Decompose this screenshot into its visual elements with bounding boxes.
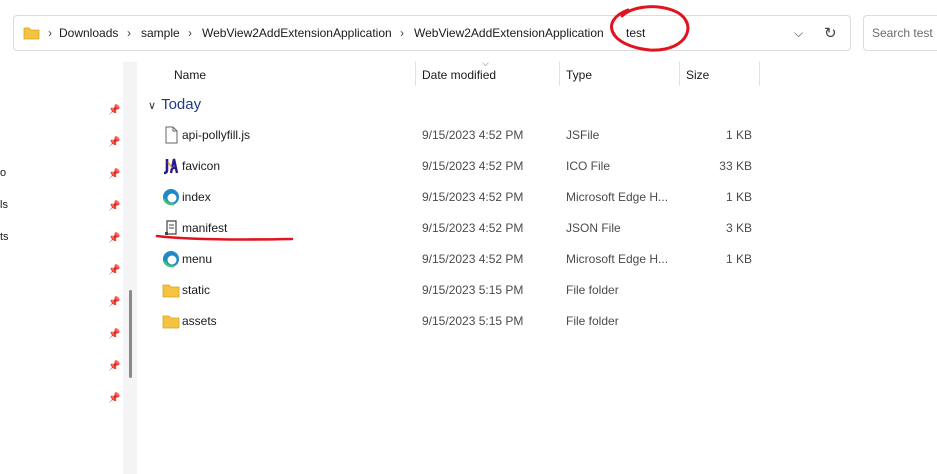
pin-icon[interactable]: 📌 [108,169,120,180]
breadcrumb-webview2-app-2[interactable]: WebView2AddExtensionApplication [414,26,604,40]
file-date: 9/15/2023 5:15 PM [422,283,524,297]
chevron-down-icon[interactable]: ∨ [148,100,156,112]
breadcrumb-webview2-app-1[interactable]: WebView2AddExtensionApplication [202,26,392,40]
file-type: File folder [566,314,619,328]
file-type: Microsoft Edge H... [566,190,669,204]
file-type: File folder [566,283,619,297]
pin-icon[interactable]: 📌 [108,393,120,404]
folder-icon [162,284,180,298]
file-row[interactable]: menu 9/15/2023 4:52 PM Microsoft Edge H.… [150,245,770,273]
file-name: assets [182,314,217,328]
file-date: 9/15/2023 4:52 PM [422,128,524,142]
chevron-right-icon: › [400,26,404,40]
pin-icon[interactable]: 📌 [108,137,120,148]
breadcrumb-downloads[interactable]: Downloads [59,26,118,40]
refresh-icon[interactable]: ↻ [824,24,837,42]
pin-icon[interactable]: 📌 [108,201,120,212]
chevron-right-icon: › [48,26,52,40]
nav-item-fragment[interactable]: ts [0,231,9,243]
pin-icon[interactable]: 📌 [108,265,120,276]
file-row[interactable]: assets 9/15/2023 5:15 PM File folder [150,307,770,335]
group-label: Today [161,96,202,113]
breadcrumb-test[interactable]: test [626,26,645,40]
navigation-pane: 📌 📌 📌 📌 📌 📌 📌 📌 📌 📌 o ls ts [0,60,123,474]
json-file-icon [165,220,177,235]
pin-icon[interactable]: 📌 [108,105,120,116]
file-name: favicon [182,159,221,173]
chevron-right-icon: › [127,26,131,40]
breadcrumb-sample[interactable]: sample [141,26,180,40]
file-date: 9/15/2023 4:52 PM [422,159,524,173]
chevron-right-icon: › [612,26,616,40]
file-row[interactable]: index 9/15/2023 4:52 PM Microsoft Edge H… [150,183,770,211]
column-divider[interactable] [559,62,560,86]
pin-icon[interactable]: 📌 [108,297,120,308]
file-name: index [182,190,211,204]
file-name: menu [182,252,213,266]
file-name: api-pollyfill.js [182,128,251,142]
ico-file-icon [163,158,179,175]
file-type: JSFile [566,128,600,142]
column-header-date[interactable]: Date modified [422,68,496,82]
file-type: Microsoft Edge H... [566,252,669,266]
file-type: ICO File [566,159,611,173]
file-type: JSON File [566,221,621,235]
file-row[interactable]: api-pollyfill.js 9/15/2023 4:52 PM JSFil… [150,121,770,149]
nav-item-fragment[interactable]: ls [0,199,8,211]
folder-icon [23,27,40,40]
file-size: 33 KB [719,159,752,173]
column-divider[interactable] [415,62,416,86]
edge-html-icon [162,251,179,268]
file-size: 1 KB [725,252,752,266]
nav-scrollbar[interactable] [123,62,137,474]
column-divider[interactable] [759,62,760,86]
folder-icon [162,315,180,329]
file-name: manifest [182,221,228,235]
file-size: 3 KB [725,221,752,235]
chevron-down-icon[interactable]: ⌵ [794,26,803,41]
file-date: 9/15/2023 4:52 PM [422,221,524,235]
column-header-size[interactable]: Size [686,68,709,82]
file-date: 9/15/2023 5:15 PM [422,314,524,328]
column-header-type[interactable]: Type [566,68,592,82]
search-placeholder: Search test [872,26,933,40]
file-date: 9/15/2023 4:52 PM [422,252,524,266]
pin-icon[interactable]: 📌 [108,329,120,340]
file-size: 1 KB [725,190,752,204]
column-header-name[interactable]: Name [174,68,206,82]
file-row[interactable]: static 9/15/2023 5:15 PM File folder [150,276,770,304]
file-row[interactable]: favicon 9/15/2023 4:52 PM ICO File 33 KB [150,152,770,180]
group-header-today[interactable]: ∨ Today [148,96,201,113]
pin-icon[interactable]: 📌 [108,233,120,244]
file-size: 1 KB [725,128,752,142]
chevron-right-icon: › [188,26,192,40]
js-file-icon [165,126,178,144]
file-name: static [182,283,211,297]
scrollbar-thumb[interactable] [129,290,132,378]
nav-item-fragment[interactable]: o [0,167,6,179]
file-row[interactable]: manifest 9/15/2023 4:52 PM JSON File 3 K… [150,214,770,242]
file-date: 9/15/2023 4:52 PM [422,190,524,204]
edge-html-icon [162,189,179,206]
column-divider[interactable] [679,62,680,86]
search-input[interactable]: Search test [863,15,937,51]
address-bar[interactable]: › Downloads › sample › WebView2AddExtens… [13,15,851,51]
pin-icon[interactable]: 📌 [108,361,120,372]
